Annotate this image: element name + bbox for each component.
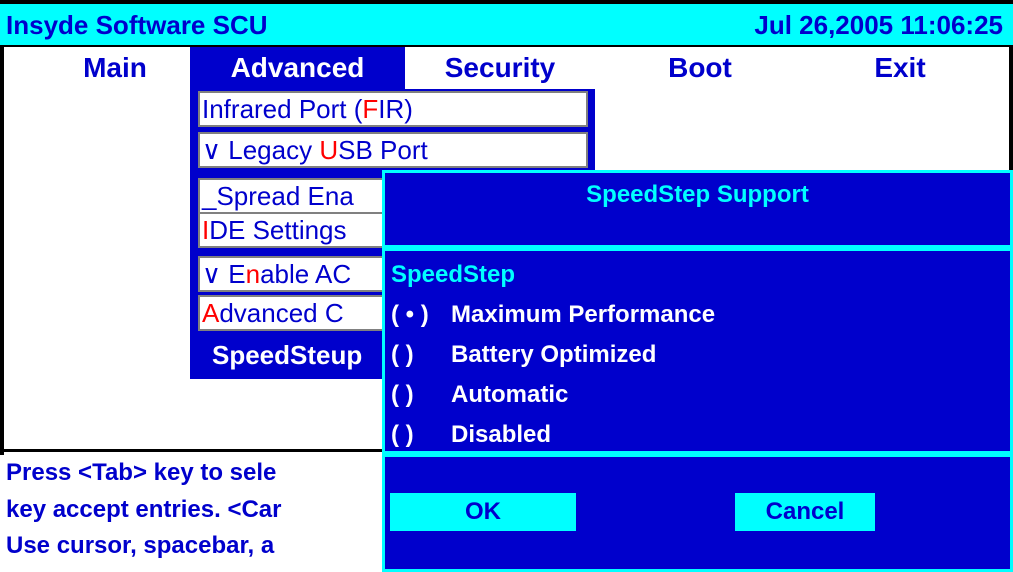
date-time: Jul 26,2005 11:06:25 bbox=[754, 10, 1003, 40]
radio-indicator: ( ) bbox=[391, 341, 414, 368]
menu-exit[interactable]: Exit bbox=[840, 47, 960, 89]
menu-item-infrared-port[interactable]: Infrared Port (FIR) bbox=[198, 91, 588, 127]
option-label: Automatic bbox=[451, 381, 569, 408]
menu-main[interactable]: Main bbox=[60, 47, 170, 89]
menu-security[interactable]: Security bbox=[410, 47, 590, 89]
help-line-1: Press <Tab> key to sele bbox=[6, 459, 277, 486]
menu-bar: Main Advanced Security Boot Exit bbox=[0, 47, 1013, 89]
item-text: dvanced C bbox=[219, 298, 344, 328]
help-line-2: key accept entries. <Car bbox=[6, 496, 282, 523]
dialog-separator-top bbox=[385, 245, 1010, 251]
item-text: SB Port bbox=[338, 135, 428, 165]
cancel-button[interactable]: Cancel bbox=[735, 493, 875, 531]
hotkey-letter: n bbox=[245, 259, 261, 289]
item-text: ∨ Legacy bbox=[202, 135, 320, 165]
radio-indicator: ( ) bbox=[391, 381, 414, 408]
menu-advanced[interactable]: Advanced bbox=[190, 47, 405, 89]
radio-indicator-selected: ( • ) bbox=[391, 301, 429, 328]
item-text: ∨ E bbox=[202, 259, 246, 289]
item-text: Infrared Port ( bbox=[202, 94, 363, 124]
option-automatic[interactable]: ( ) Automatic bbox=[391, 381, 568, 409]
item-text: DE Settings bbox=[209, 215, 347, 245]
option-disabled[interactable]: ( ) Disabled bbox=[391, 421, 551, 449]
item-text: able AC bbox=[260, 259, 352, 289]
hotkey-letter: U bbox=[319, 135, 339, 165]
dialog-title: SpeedStep Support bbox=[586, 181, 809, 208]
help-line-3: Use cursor, spacebar, a bbox=[6, 532, 275, 559]
option-maximum-performance[interactable]: ( • ) Maximum Performance bbox=[391, 301, 715, 329]
ok-button[interactable]: OK bbox=[390, 493, 576, 531]
dialog-separator-bottom bbox=[385, 451, 1010, 457]
item-text: IR) bbox=[378, 94, 413, 124]
item-text: _Spread Ena bbox=[202, 181, 354, 211]
menu-boot[interactable]: Boot bbox=[640, 47, 760, 89]
menu-item-legacy-usb-port[interactable]: ∨ Legacy USB Port bbox=[198, 132, 588, 168]
app-title: Insyde Software SCU bbox=[6, 10, 268, 40]
radio-indicator: ( ) bbox=[391, 421, 414, 448]
option-battery-optimized[interactable]: ( ) Battery Optimized bbox=[391, 341, 656, 369]
option-group-label: SpeedStep bbox=[391, 261, 516, 288]
option-label: Disabled bbox=[451, 421, 552, 448]
hotkey-letter: A bbox=[202, 298, 220, 328]
option-label: Maximum Performance bbox=[451, 301, 716, 328]
hotkey-letter: F bbox=[362, 94, 379, 124]
title-bar: Insyde Software SCU Jul 26,2005 11:06:25 bbox=[0, 0, 1013, 47]
option-label: Battery Optimized bbox=[451, 341, 657, 368]
speedstep-dialog: SpeedStep Support SpeedStep ( • ) Maximum… bbox=[382, 170, 1013, 572]
